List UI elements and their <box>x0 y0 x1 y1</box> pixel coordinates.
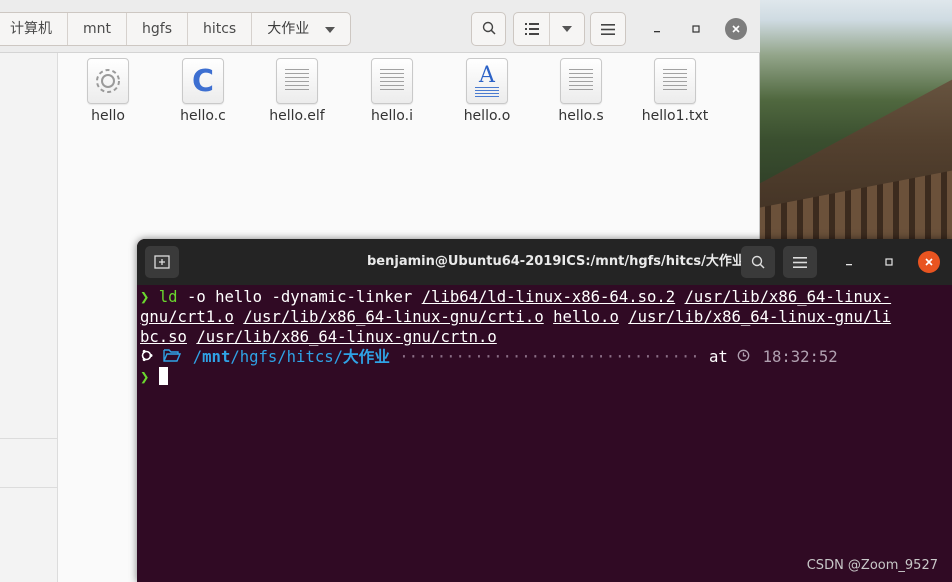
file-item[interactable]: C hello.c <box>158 58 248 124</box>
ubuntu-logo-icon <box>140 347 154 367</box>
breadcrumb-mnt[interactable]: mnt <box>68 13 127 45</box>
prompt-symbol: ❯ <box>140 368 150 386</box>
chevron-down-icon <box>325 13 336 45</box>
path-arg: /lib64/ld-linux-x86-64.so.2 <box>421 288 676 306</box>
cwd-rest: /hgfs/hitcs/ <box>230 348 344 366</box>
cwd-last: 大作业 <box>343 348 390 366</box>
terminal-maximize-button[interactable] <box>878 251 900 273</box>
minimize-button[interactable] <box>646 18 668 40</box>
text-file-icon <box>371 58 413 104</box>
close-button[interactable] <box>725 18 747 40</box>
search-icon <box>482 20 496 39</box>
watermark: CSDN @Zoom_9527 <box>806 558 938 573</box>
command-name: ld <box>158 288 178 306</box>
text-file-icon <box>560 58 602 104</box>
input-line[interactable]: ❯ <box>140 367 946 387</box>
file-manager-headerbar: 计算机 mnt hgfs hitcs 大作业 <box>0 0 760 53</box>
terminal-menu-button[interactable] <box>783 246 817 278</box>
breadcrumb: 计算机 mnt hgfs hitcs 大作业 <box>0 12 352 46</box>
font-document-icon: A <box>466 58 508 104</box>
terminal-headerbar: benjamin@Ubuntu64-2019ICS:/mnt/hgfs/hitc… <box>137 239 952 285</box>
file-item[interactable]: A hello.o <box>442 58 532 124</box>
file-name: hello.c <box>180 108 226 124</box>
terminal-output[interactable]: ❯ ld -o hello -dynamic-linker /lib64/ld-… <box>140 287 946 387</box>
prompt-filler-dots: ································ <box>399 348 700 366</box>
breadcrumb-current-label: 大作业 <box>267 21 310 37</box>
command-args: -o hello -dynamic-linker <box>177 288 422 306</box>
minimize-icon <box>654 31 660 33</box>
search-button[interactable] <box>471 12 506 46</box>
path-arg: /usr/lib/x86_64-linux- <box>684 288 892 306</box>
search-icon <box>751 255 765 269</box>
file-name: hello.o <box>463 108 511 124</box>
file-grid: hello C hello.c hello.elf hello.i A hell… <box>60 58 750 138</box>
command-line-3: bc.so /usr/lib/x86_64-linux-gnu/crtn.o <box>140 327 946 347</box>
close-icon <box>732 25 740 33</box>
clock-icon <box>737 347 753 367</box>
folder-open-icon <box>163 347 183 367</box>
file-name: hello.s <box>558 108 604 124</box>
text-file-icon <box>654 58 696 104</box>
file-name: hello.i <box>371 108 413 124</box>
maximize-button[interactable] <box>685 18 707 40</box>
list-view-button[interactable] <box>514 13 550 45</box>
hamburger-icon <box>601 23 615 35</box>
cwd-root: mnt <box>202 348 231 366</box>
prompt-status-line: /mnt/hgfs/hitcs/大作业 ····················… <box>140 347 946 367</box>
breadcrumb-hgfs[interactable]: hgfs <box>127 13 188 45</box>
terminal-window[interactable]: benjamin@Ubuntu64-2019ICS:/mnt/hgfs/hitc… <box>137 239 952 582</box>
file-item[interactable]: hello.elf <box>252 58 342 124</box>
file-item[interactable]: hello1.txt <box>630 58 720 124</box>
file-name: hello.elf <box>269 108 325 124</box>
sidebar-divider <box>0 438 58 439</box>
terminal-close-button[interactable] <box>918 251 940 273</box>
prompt-time: 18:32:52 <box>762 348 838 366</box>
path-arg: hello.o <box>553 308 619 326</box>
view-options-dropdown[interactable] <box>550 13 584 45</box>
file-item[interactable]: hello.s <box>536 58 626 124</box>
file-item[interactable]: hello.i <box>347 58 437 124</box>
list-view-icon <box>524 23 539 35</box>
command-line-2: gnu/crt1.o /usr/lib/x86_64-linux-gnu/crt… <box>140 307 946 327</box>
path-arg: /usr/lib/x86_64-linux-gnu/crtn.o <box>196 328 497 346</box>
path-arg: /usr/lib/x86_64-linux-gnu/crti.o <box>243 308 544 326</box>
breadcrumb-current[interactable]: 大作业 <box>252 13 350 45</box>
terminal-minimize-button[interactable] <box>838 251 860 273</box>
maximize-icon <box>692 25 700 33</box>
executable-gear-icon <box>87 58 129 104</box>
status-at: at <box>709 348 728 366</box>
menu-button[interactable] <box>590 12 626 46</box>
close-icon <box>925 258 933 266</box>
path-arg: bc.so <box>140 328 187 346</box>
path-arg: /usr/lib/x86_64-linux-gnu/li <box>628 308 892 326</box>
file-name: hello <box>91 108 125 124</box>
terminal-search-button[interactable] <box>741 246 775 278</box>
hamburger-icon <box>793 256 807 268</box>
file-name: hello1.txt <box>641 108 709 124</box>
c-source-icon: C <box>182 58 224 104</box>
chevron-down-icon <box>562 26 572 32</box>
minimize-icon <box>846 264 852 266</box>
maximize-icon <box>885 258 893 266</box>
breadcrumb-hitcs[interactable]: hitcs <box>188 13 253 45</box>
command-line-1: ❯ ld -o hello -dynamic-linker /lib64/ld-… <box>140 287 946 307</box>
cwd-prefix: / <box>192 348 203 366</box>
text-file-icon <box>276 58 318 104</box>
path-arg: gnu/crt1.o <box>140 308 234 326</box>
prompt-symbol: ❯ <box>140 288 150 306</box>
sidebar-divider <box>0 487 58 488</box>
breadcrumb-computer[interactable]: 计算机 <box>0 13 68 45</box>
view-toggle-group <box>513 12 585 46</box>
places-sidebar <box>0 53 58 582</box>
terminal-title: benjamin@Ubuntu64-2019ICS:/mnt/hgfs/hitc… <box>367 254 745 269</box>
text-cursor <box>158 367 168 385</box>
file-item[interactable]: hello <box>63 58 153 124</box>
